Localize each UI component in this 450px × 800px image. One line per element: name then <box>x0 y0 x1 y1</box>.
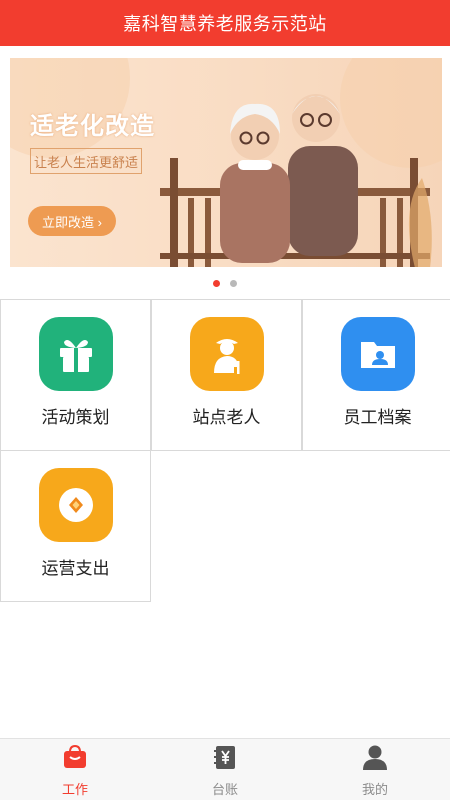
grid-item-label: 员工档案 <box>343 408 412 427</box>
ledger-yen-icon <box>212 744 238 775</box>
coin-icon <box>38 468 113 542</box>
grid-item-site-elderly[interactable]: 站点老人 <box>151 299 302 451</box>
grid-item-label: 站点老人 <box>192 408 261 427</box>
carousel-indicator <box>0 280 450 288</box>
banner-title: 适老化改造 <box>30 113 155 140</box>
grid-item-staff-records[interactable]: 员工档案 <box>302 299 450 451</box>
grid-item-label: 活动策划 <box>41 408 110 427</box>
page-title: 嘉科智慧养老服务示范站 <box>123 14 327 34</box>
gift-icon <box>38 317 113 391</box>
grid-item-label: 运营支出 <box>41 559 110 578</box>
tab-work[interactable]: 工作 <box>0 739 150 800</box>
banner-carousel[interactable]: 适老化改造 让老人生活更舒适 立即改造 › <box>10 58 442 267</box>
bottom-tab-bar: 工作 台账 我的 <box>0 738 450 800</box>
carousel-dot[interactable] <box>230 280 237 287</box>
elderly-person-icon <box>189 317 264 391</box>
folder-profile-icon <box>340 317 415 391</box>
user-icon <box>362 744 388 775</box>
elderly-couple-illustration <box>160 94 432 267</box>
grid-item-activity-planning[interactable]: 活动策划 <box>0 299 151 451</box>
carousel-dot[interactable] <box>213 280 220 287</box>
tab-ledger[interactable]: 台账 <box>150 739 300 800</box>
tab-label: 我的 <box>361 782 388 797</box>
tab-label: 台账 <box>211 782 238 797</box>
banner-cta-button[interactable]: 立即改造 › <box>28 206 116 236</box>
briefcase-icon <box>62 744 88 775</box>
grid-item-operating-expenses[interactable]: 运营支出 <box>0 450 151 602</box>
tab-label: 工作 <box>61 782 88 797</box>
banner-subtitle: 让老人生活更舒适 <box>30 148 142 174</box>
app-header: 嘉科智慧养老服务示范站 <box>0 0 450 46</box>
tab-mine[interactable]: 我的 <box>300 739 450 800</box>
